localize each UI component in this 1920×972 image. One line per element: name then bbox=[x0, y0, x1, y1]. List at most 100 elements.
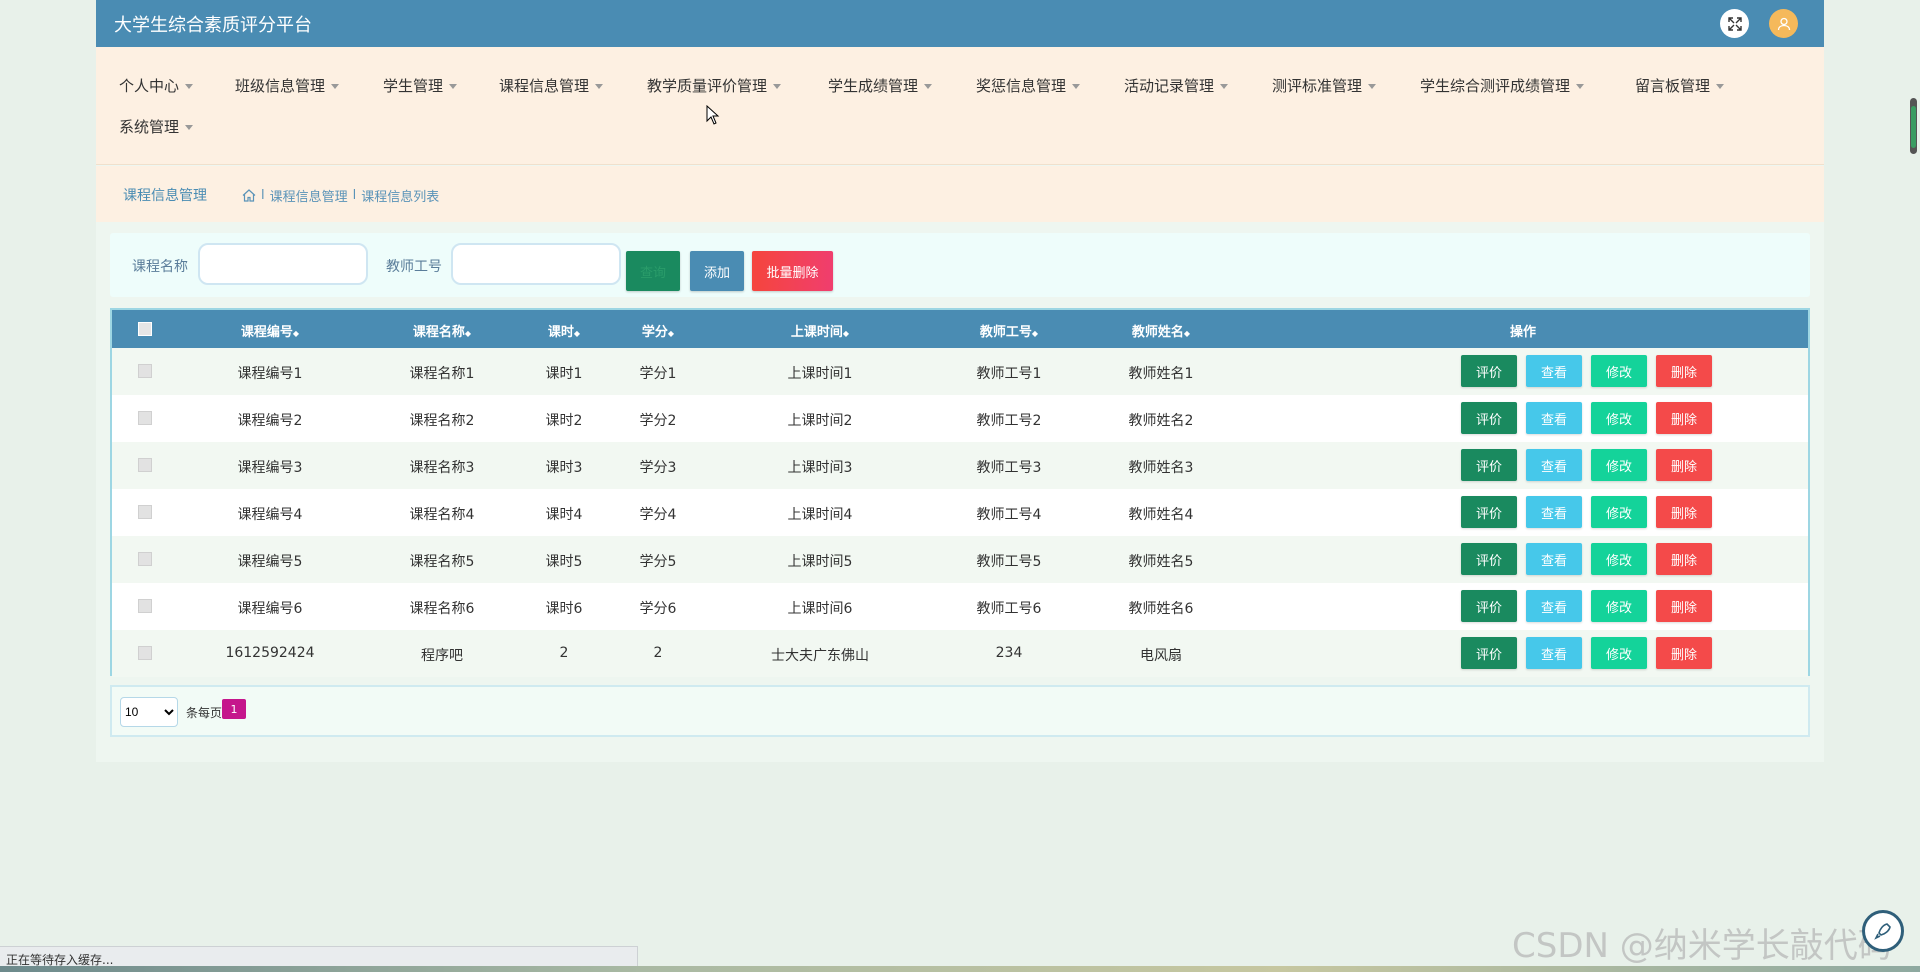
table-cell: 教师姓名5 bbox=[1128, 554, 1194, 570]
table-cell: 课程名称6 bbox=[409, 601, 475, 617]
table-row: 课程编号2 课程名称2 课时2 学分2 上课时间2 教师工号2 教师姓名2 评价 查看 修改 删除 bbox=[112, 395, 1808, 442]
breadcrumb-course-info[interactable]: 课程信息管理 bbox=[270, 186, 348, 205]
teacher-id-label: 教师工号 bbox=[386, 259, 442, 275]
nav-item-student-grades[interactable]: 学生成绩管理 bbox=[828, 75, 933, 96]
nav-item-personal-center[interactable]: 个人中心 bbox=[119, 75, 194, 96]
table-cell: 教师工号4 bbox=[976, 507, 1042, 523]
table-cell: 上课时间1 bbox=[787, 366, 853, 382]
table-cell: 课时2 bbox=[545, 413, 583, 429]
view-button[interactable]: 查看 bbox=[1526, 496, 1582, 528]
column-header[interactable]: 教师工号◆ bbox=[980, 321, 1038, 340]
caret-down-icon bbox=[924, 84, 933, 89]
sort-icon: ◆ bbox=[667, 329, 675, 338]
evaluate-button[interactable]: 评价 bbox=[1461, 449, 1517, 481]
add-button[interactable]: 添加 bbox=[690, 251, 744, 291]
breadcrumb-bar: 课程信息管理 l 课程信息管理 l 课程信息列表 bbox=[96, 166, 1824, 222]
column-header[interactable]: 课程名称◆ bbox=[413, 321, 471, 340]
table-cell: 课程编号6 bbox=[237, 601, 303, 617]
evaluate-button[interactable]: 评价 bbox=[1461, 590, 1517, 622]
sort-icon: ◆ bbox=[292, 329, 300, 338]
search-button[interactable]: 查询 bbox=[626, 251, 680, 291]
column-header[interactable]: 学分◆ bbox=[642, 321, 674, 340]
delete-button[interactable]: 删除 bbox=[1656, 496, 1712, 528]
row-checkbox[interactable] bbox=[138, 505, 152, 519]
course-name-input[interactable] bbox=[198, 243, 368, 285]
view-button[interactable]: 查看 bbox=[1526, 402, 1582, 434]
table-row: 课程编号3 课程名称3 课时3 学分3 上课时间3 教师工号3 教师姓名3 评价 查看 修改 删除 bbox=[112, 442, 1808, 489]
page-size-select[interactable]: 10 bbox=[120, 697, 178, 727]
nav-item-student[interactable]: 学生管理 bbox=[383, 75, 458, 96]
browser-status-bar: 正在等待存入缓存... bbox=[0, 946, 638, 968]
edit-button[interactable]: 修改 bbox=[1591, 637, 1647, 669]
delete-button[interactable]: 删除 bbox=[1656, 590, 1712, 622]
nav-item-class-info[interactable]: 班级信息管理 bbox=[235, 75, 340, 96]
edit-button[interactable]: 修改 bbox=[1591, 449, 1647, 481]
row-checkbox[interactable] bbox=[138, 646, 152, 660]
edit-button[interactable]: 修改 bbox=[1591, 496, 1647, 528]
sort-icon: ◆ bbox=[1031, 329, 1039, 338]
nav-item-message-board[interactable]: 留言板管理 bbox=[1635, 75, 1725, 96]
table-cell: 课时6 bbox=[545, 601, 583, 617]
batch-delete-button[interactable]: 批量删除 bbox=[752, 251, 833, 291]
table-cell: 2 bbox=[559, 645, 569, 661]
select-all-checkbox[interactable] bbox=[138, 322, 152, 336]
evaluate-button[interactable]: 评价 bbox=[1461, 637, 1517, 669]
table-cell: 课程名称1 bbox=[409, 366, 475, 382]
nav-item-teaching-evaluation[interactable]: 教学质量评价管理 bbox=[647, 75, 782, 96]
teacher-id-input[interactable] bbox=[451, 243, 621, 285]
nav-item-comprehensive-scores[interactable]: 学生综合测评成绩管理 bbox=[1420, 75, 1585, 96]
table-cell: 课时3 bbox=[545, 460, 583, 476]
view-button[interactable]: 查看 bbox=[1526, 449, 1582, 481]
nav-label: 测评标准管理 bbox=[1272, 77, 1363, 95]
user-avatar-button[interactable] bbox=[1769, 9, 1798, 38]
nav-item-evaluation-standards[interactable]: 测评标准管理 bbox=[1272, 75, 1377, 96]
edit-button[interactable]: 修改 bbox=[1591, 590, 1647, 622]
fullscreen-button[interactable] bbox=[1720, 9, 1749, 38]
nav-label: 学生综合测评成绩管理 bbox=[1420, 77, 1571, 95]
home-icon[interactable] bbox=[242, 189, 256, 202]
column-label: 课时 bbox=[547, 325, 574, 340]
evaluate-button[interactable]: 评价 bbox=[1461, 496, 1517, 528]
column-label: 上课时间 bbox=[790, 325, 843, 340]
evaluate-button[interactable]: 评价 bbox=[1461, 402, 1517, 434]
caret-down-icon bbox=[185, 84, 194, 89]
fullscreen-icon bbox=[1727, 16, 1742, 31]
delete-button[interactable]: 删除 bbox=[1656, 637, 1712, 669]
row-checkbox[interactable] bbox=[138, 364, 152, 378]
course-name-label: 课程名称 bbox=[132, 259, 188, 275]
view-button[interactable]: 查看 bbox=[1526, 637, 1582, 669]
floating-action-button[interactable] bbox=[1862, 910, 1904, 952]
evaluate-button[interactable]: 评价 bbox=[1461, 355, 1517, 387]
nav-item-activity-records[interactable]: 活动记录管理 bbox=[1124, 75, 1229, 96]
row-checkbox[interactable] bbox=[138, 458, 152, 472]
nav-item-system[interactable]: 系统管理 bbox=[119, 116, 194, 137]
row-checkbox[interactable] bbox=[138, 411, 152, 425]
delete-button[interactable]: 删除 bbox=[1656, 449, 1712, 481]
edit-button[interactable]: 修改 bbox=[1591, 402, 1647, 434]
page-button-current[interactable]: 1 bbox=[222, 699, 246, 719]
delete-button[interactable]: 删除 bbox=[1656, 543, 1712, 575]
column-header[interactable]: 教师姓名◆ bbox=[1132, 321, 1190, 340]
nav-label: 班级信息管理 bbox=[235, 77, 326, 95]
table-cell: 教师姓名4 bbox=[1128, 507, 1194, 523]
table-cell: 教师工号5 bbox=[976, 554, 1042, 570]
delete-button[interactable]: 删除 bbox=[1656, 402, 1712, 434]
view-button[interactable]: 查看 bbox=[1526, 543, 1582, 575]
nav-item-rewards[interactable]: 奖惩信息管理 bbox=[976, 75, 1081, 96]
view-button[interactable]: 查看 bbox=[1526, 355, 1582, 387]
nav-item-course-info[interactable]: 课程信息管理 bbox=[499, 75, 604, 96]
evaluate-button[interactable]: 评价 bbox=[1461, 543, 1517, 575]
table-cell: 教师姓名6 bbox=[1128, 601, 1194, 617]
edit-button[interactable]: 修改 bbox=[1591, 355, 1647, 387]
breadcrumb-separator: l bbox=[261, 188, 265, 203]
table-cell: 学分6 bbox=[639, 601, 677, 617]
edit-button[interactable]: 修改 bbox=[1591, 543, 1647, 575]
column-header[interactable]: 课时◆ bbox=[548, 321, 580, 340]
view-button[interactable]: 查看 bbox=[1526, 590, 1582, 622]
column-header[interactable]: 课程编号◆ bbox=[241, 321, 299, 340]
row-checkbox[interactable] bbox=[138, 599, 152, 613]
main-nav: 个人中心 班级信息管理 学生管理 课程信息管理 教学质量评价管理 学生成绩管理 … bbox=[96, 47, 1824, 165]
delete-button[interactable]: 删除 bbox=[1656, 355, 1712, 387]
row-checkbox[interactable] bbox=[138, 552, 152, 566]
column-header[interactable]: 上课时间◆ bbox=[791, 321, 849, 340]
